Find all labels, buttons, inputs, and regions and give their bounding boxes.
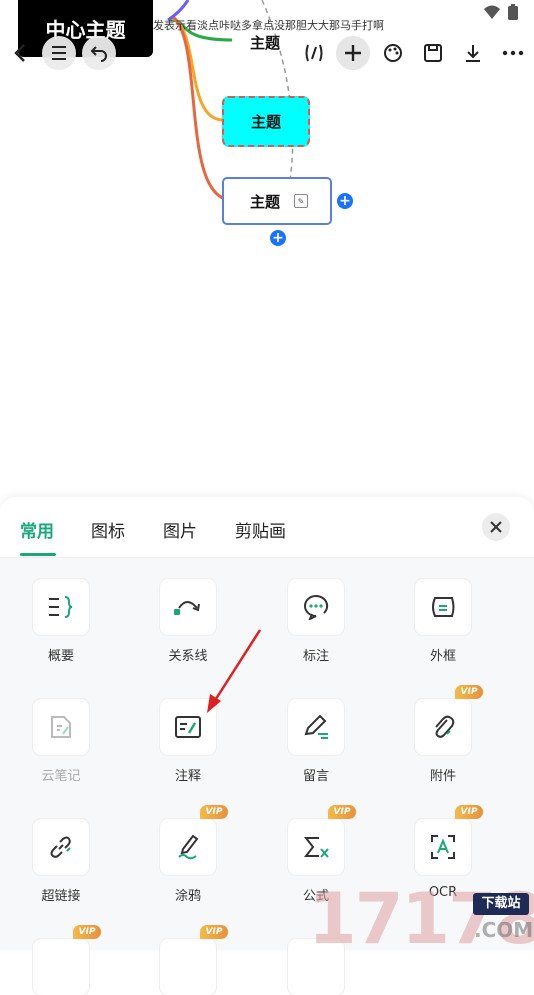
tool-boundary-label: 外框 (429, 649, 456, 664)
topic-node-3-label: 主题 (250, 192, 281, 211)
tool-relation-line-label: 关系线 (168, 649, 208, 664)
paperclip-icon (435, 715, 455, 738)
outline-button[interactable] (42, 36, 76, 70)
connector-lines (167, 0, 294, 202)
tool-row4-2[interactable]: VIP (151, 925, 228, 995)
tool-annotation-label: 注释 (174, 769, 201, 784)
tool-doodle-label: 涂鸦 (174, 889, 201, 904)
panel-tabs: 常用 图标 图片 剪贴画 (0, 497, 534, 558)
vip-badge: VIP (73, 925, 101, 939)
topic-node-2-label: 主题 (250, 113, 281, 131)
undo-button[interactable] (82, 36, 116, 70)
link-icon (50, 836, 71, 858)
relation-line-icon (174, 601, 200, 615)
tool-summary-label: 概要 (47, 649, 74, 664)
wifi-icon (484, 5, 500, 19)
add-sibling-button[interactable]: + (337, 193, 353, 209)
tool-callout-label: 标注 (302, 649, 329, 664)
note-badge-icon[interactable]: ✎ (294, 194, 309, 208)
watermark-suffix: .COM (474, 918, 534, 942)
download-icon (466, 45, 480, 62)
vip-badge: VIP (328, 805, 356, 819)
tab-common[interactable]: 常用 (20, 517, 54, 542)
topic-node-1[interactable]: 主题 (250, 32, 280, 53)
save-button[interactable] (416, 36, 450, 70)
watermark-badge: 下载站 (473, 893, 529, 915)
tool-row4-1[interactable]: VIP (24, 925, 101, 995)
format-button[interactable] (297, 36, 331, 70)
format-icon (305, 44, 323, 62)
tool-boundary[interactable]: 外框 (406, 579, 480, 664)
add-topic-button[interactable] (336, 36, 370, 70)
tab-icons[interactable]: 图标 (91, 517, 125, 542)
vip-badge: VIP (455, 805, 483, 819)
tool-summary[interactable]: 概要 (24, 579, 98, 664)
tool-attachment-label: 附件 (429, 769, 456, 784)
vip-badge: VIP (200, 925, 228, 939)
tool-hyperlink[interactable]: 超链接 (24, 819, 98, 904)
tool-comment-label: 留言 (302, 769, 329, 784)
vip-badge: VIP (455, 685, 483, 699)
close-icon (490, 521, 502, 533)
comment-pen-icon (304, 714, 328, 739)
tool-attachment[interactable]: VIP 附件 (406, 685, 483, 784)
vip-badge: VIP (200, 805, 228, 819)
topic-node-3-selected[interactable]: 主题 ✎ (222, 177, 332, 225)
back-icon (14, 44, 25, 62)
more-icon (502, 50, 524, 56)
undo-icon (90, 46, 107, 62)
ocr-scan-icon (431, 835, 455, 859)
formula-icon (303, 837, 329, 858)
tab-images[interactable]: 图片 (163, 517, 197, 542)
save-icon (424, 44, 442, 62)
tool-hyperlink-label: 超链接 (41, 889, 81, 904)
battery-icon (508, 4, 518, 20)
cloud-note-icon (51, 716, 71, 738)
topic-node-2[interactable]: 主题 (222, 96, 310, 147)
summary-icon (49, 596, 73, 618)
tool-comment[interactable]: 留言 (279, 699, 353, 784)
boundary-icon (432, 597, 455, 617)
add-child-button[interactable]: + (270, 230, 286, 246)
back-button[interactable] (4, 36, 38, 70)
annotation-icon (175, 716, 201, 738)
add-icon (345, 45, 361, 61)
palette-icon (384, 44, 402, 62)
doodle-icon (178, 834, 199, 860)
tool-annotation[interactable]: 注释 (151, 699, 225, 784)
close-panel-button[interactable] (482, 513, 510, 541)
tool-doodle[interactable]: VIP 涂鸦 (151, 805, 228, 904)
mindmap-canvas[interactable]: 中心主题 发表示看淡点咔哒多拿点没那胆大大那马手打啊 主题 主题 主题 ✎ + … (0, 0, 534, 500)
note-text: 发表示看淡点咔哒多拿点没那胆大大那马手打啊 (153, 19, 384, 32)
active-tab-indicator (20, 553, 56, 556)
tab-clipart[interactable]: 剪贴画 (235, 517, 286, 542)
more-button[interactable] (496, 36, 530, 70)
status-bar-icons (484, 4, 518, 20)
tool-relation-line[interactable]: 关系线 (151, 579, 225, 664)
theme-button[interactable] (376, 36, 410, 70)
download-button[interactable] (456, 36, 490, 70)
outline-icon (52, 46, 66, 60)
tool-cloud-note[interactable]: 云笔记 (24, 699, 98, 784)
tool-callout[interactable]: 标注 (279, 579, 353, 664)
callout-icon (304, 594, 329, 620)
tool-cloud-note-label: 云笔记 (41, 769, 81, 784)
